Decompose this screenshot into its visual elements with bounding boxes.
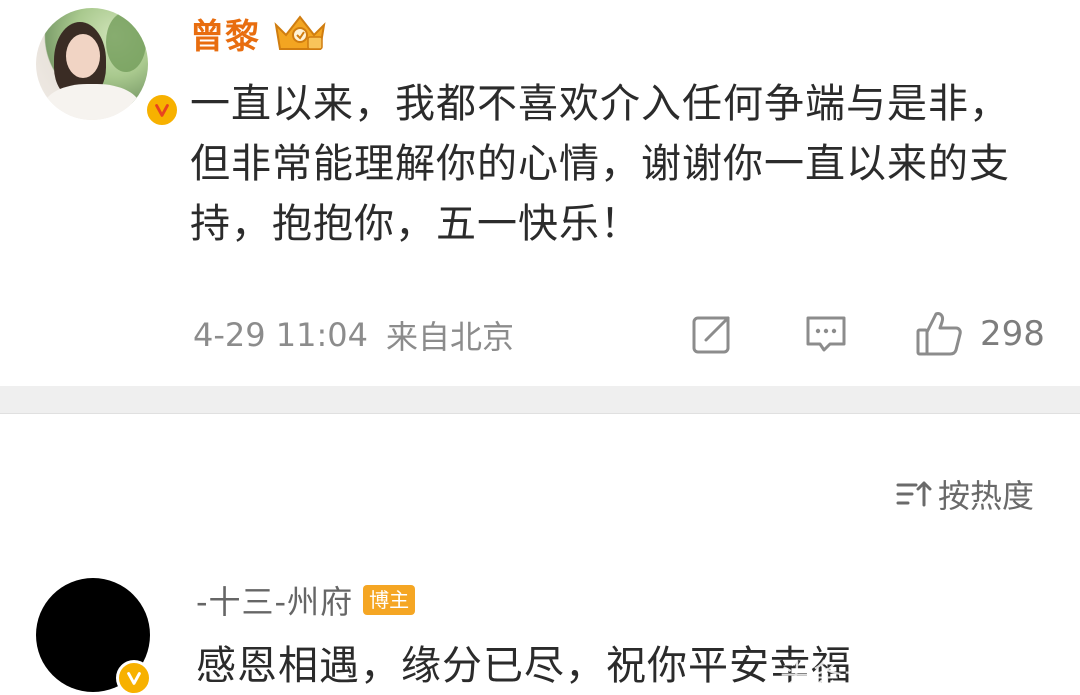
avatar-image	[36, 8, 148, 120]
author-avatar[interactable]	[36, 8, 180, 128]
commenter-avatar[interactable]	[36, 578, 154, 695]
like-icon[interactable]	[914, 308, 964, 358]
sort-icon	[896, 481, 932, 507]
post-source: 来自北京	[386, 318, 515, 356]
comment-icon[interactable]	[804, 312, 848, 356]
author-row: 曾黎	[190, 8, 328, 58]
commenter-name[interactable]: -十三-州府	[196, 577, 353, 623]
post-text: 一直以来，我都不喜欢介入任何争端与是非，但非常能理解你的心情，谢谢你一直以来的支…	[190, 81, 1010, 247]
sort-by-hot-button[interactable]: 按热度	[896, 472, 1034, 516]
post-meta: 4-29 11:04 来自北京	[193, 310, 514, 360]
verified-icon	[144, 92, 180, 128]
sort-label: 按热度	[937, 477, 1034, 515]
comment-text: 感恩相遇，缘分已尽，祝你平安幸福	[196, 643, 852, 689]
author-name[interactable]: 曾黎	[190, 9, 260, 58]
verified-icon	[116, 660, 152, 695]
repost-icon[interactable]	[690, 312, 734, 356]
like-count: 298	[980, 314, 1045, 354]
post-time: 4-29 11:04	[193, 316, 369, 354]
original-post: 曾黎 一直以来，我都不喜欢介入任何争端与是非，但非常能理解你的心情，谢谢你一直以…	[0, 0, 1080, 386]
section-divider	[0, 386, 1080, 414]
blogger-tag: 博主	[363, 585, 416, 615]
watermark: 头条号	[780, 658, 876, 693]
weibo-comment-screen: 曾黎 一直以来，我都不喜欢介入任何争端与是非，但非常能理解你的心情，谢谢你一直以…	[0, 0, 1080, 695]
commenter-row: -十三-州府 博主	[196, 577, 416, 623]
crown-icon	[274, 15, 326, 50]
